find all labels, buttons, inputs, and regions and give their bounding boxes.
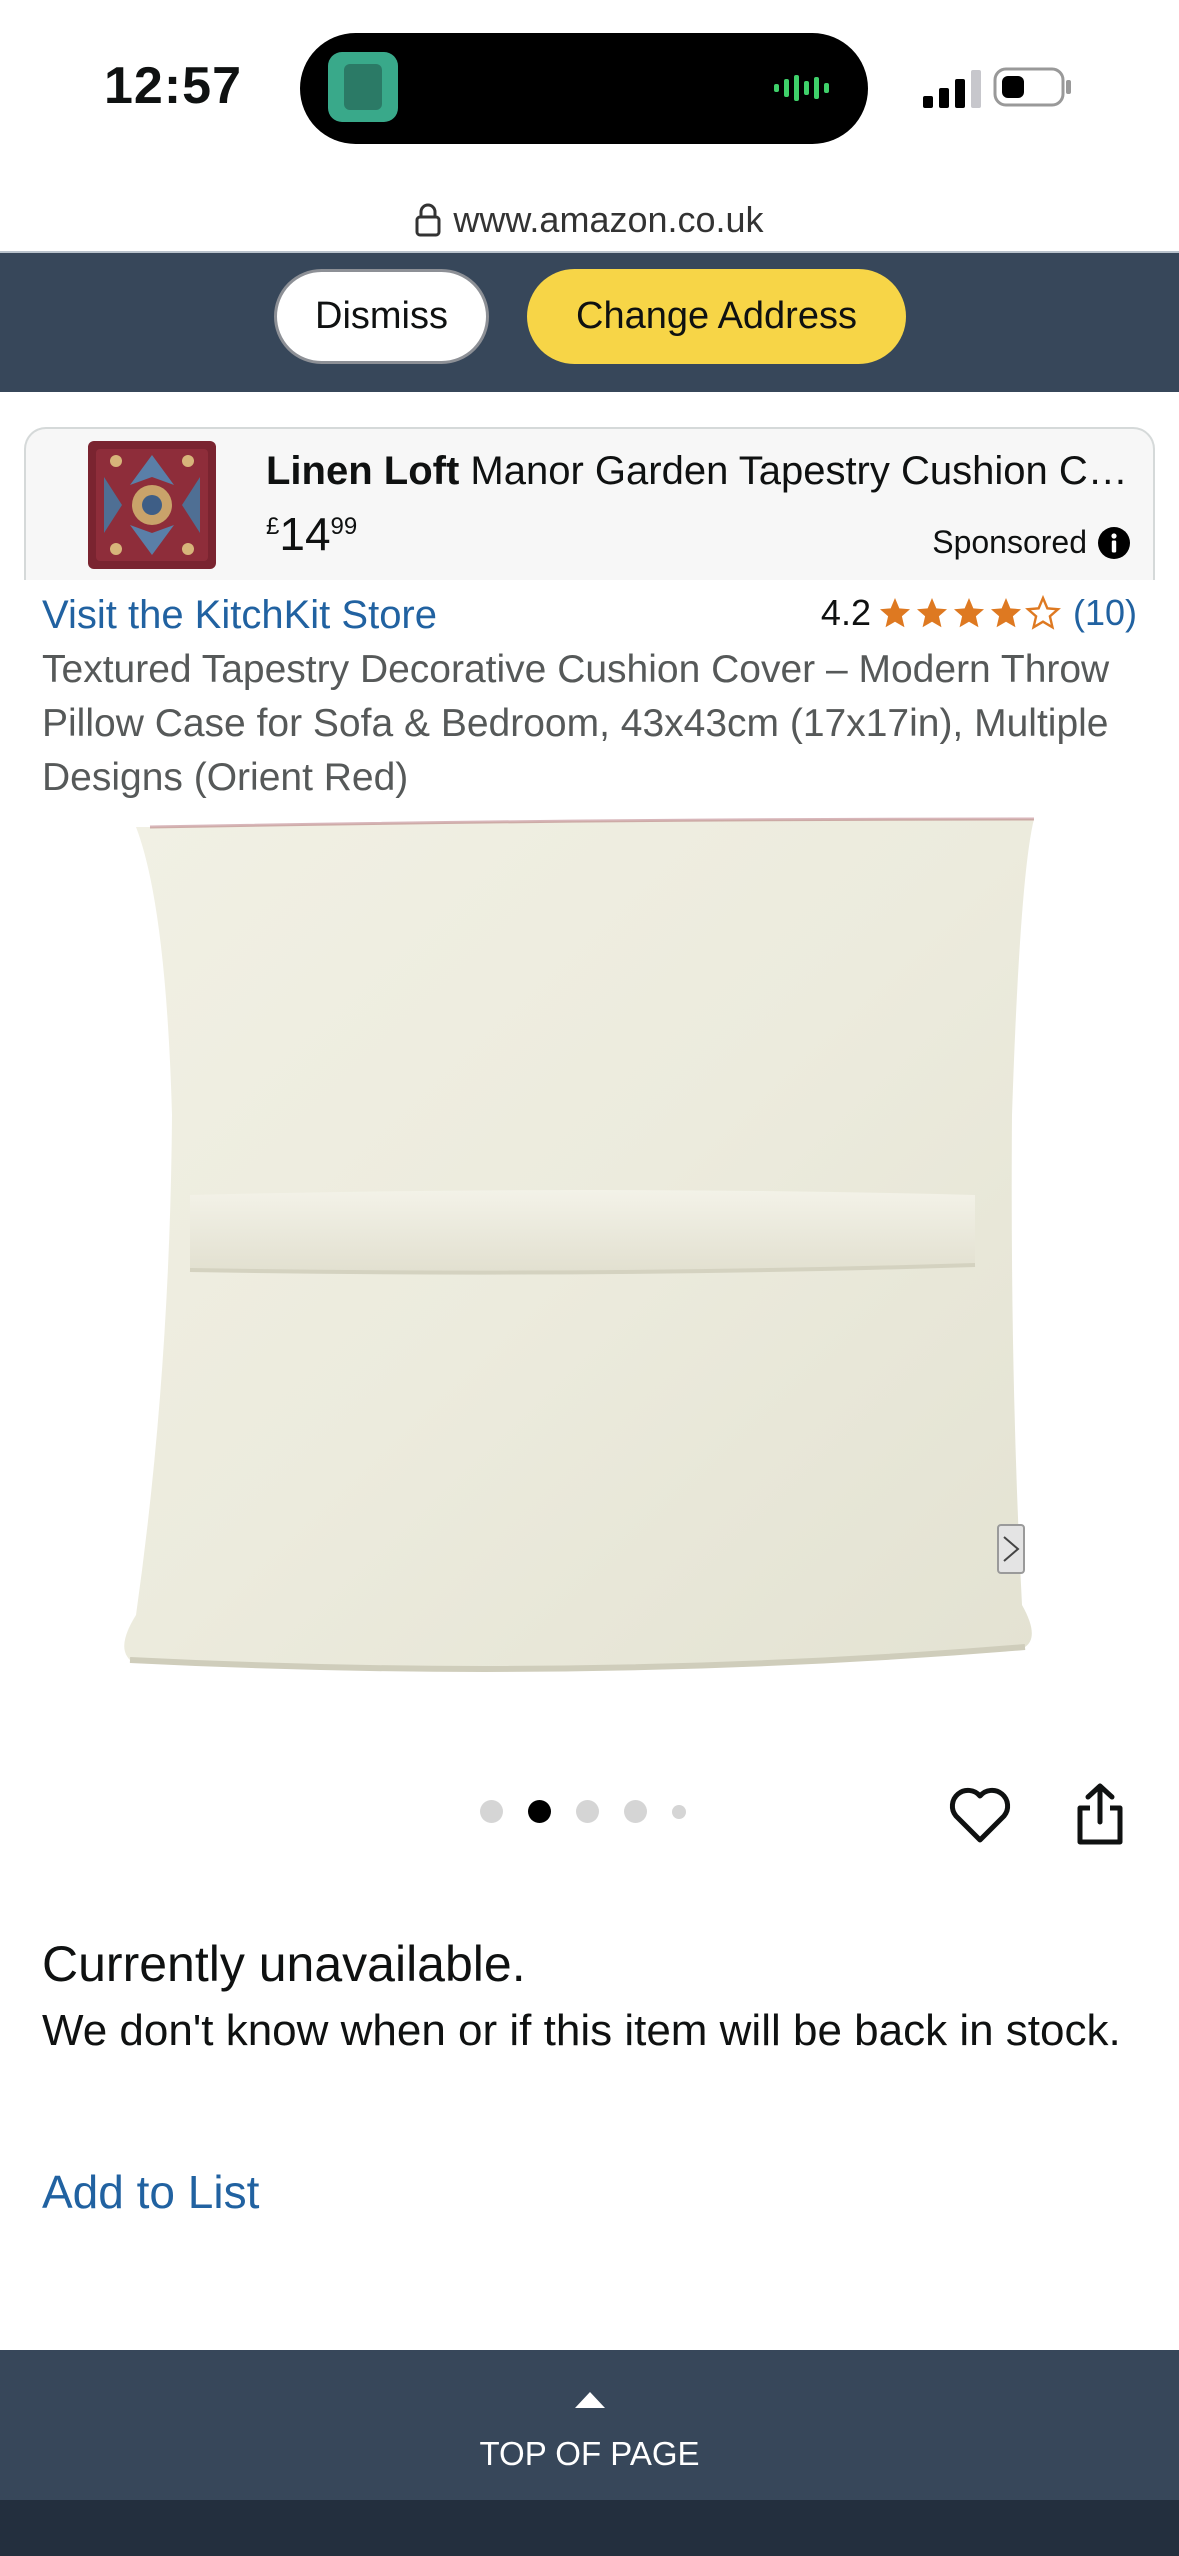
dismiss-button[interactable]: Dismiss — [274, 269, 489, 364]
now-playing-app-icon — [328, 52, 398, 122]
sponsored-title-text: Manor Garden Tapestry Cushion Cover — [470, 449, 1136, 493]
url-text: www.amazon.co.uk — [453, 199, 764, 240]
carousel-dot-active[interactable] — [528, 1800, 551, 1823]
rating-value: 4.2 — [820, 592, 871, 633]
share-icon[interactable] — [1074, 1782, 1126, 1846]
availability-message: We don't know when or if this item will … — [42, 2006, 1121, 2055]
caret-up-icon — [575, 2392, 605, 2408]
image-carousel-dots[interactable] — [480, 1800, 686, 1823]
signal-icon — [923, 70, 981, 108]
sponsored-product-card[interactable]: Linen Loft Manor Garden Tapestry Cushion… — [24, 427, 1155, 580]
star-empty-icon — [1025, 595, 1061, 630]
clock: 12:57 — [104, 57, 242, 115]
sponsored-brand: Linen Loft — [266, 449, 460, 493]
carousel-dot[interactable] — [624, 1800, 647, 1823]
sponsored-price: £ 14 99 — [266, 507, 357, 561]
product-title: Textured Tapestry Decorative Cushion Cov… — [42, 648, 1110, 799]
status-bar: 12:57 www.amazon.co.uk — [0, 0, 1179, 240]
audio-wave-icon — [774, 75, 829, 101]
star-full-icon — [953, 598, 984, 628]
top-of-page-label: TOP OF PAGE — [479, 2435, 700, 2472]
address-bar[interactable]: www.amazon.co.uk — [0, 190, 1179, 250]
sponsored-product-title[interactable]: Linen Loft Manor Garden Tapestry Cushion… — [266, 449, 1136, 494]
carousel-dot[interactable] — [576, 1800, 599, 1823]
star-full-icon — [990, 598, 1021, 628]
visit-store-link[interactable]: Visit the KitchKit Store — [42, 593, 437, 638]
price-currency: £ — [266, 513, 280, 540]
carousel-dot[interactable] — [672, 1804, 686, 1819]
footer — [0, 2500, 1179, 2556]
price-fraction: 99 — [330, 513, 358, 540]
rating-count: (10) — [1072, 592, 1137, 633]
heart-icon[interactable] — [948, 1786, 1012, 1844]
carousel-dot[interactable] — [480, 1800, 503, 1823]
sponsored-label[interactable]: Sponsored — [932, 524, 1131, 561]
rating-summary[interactable]: 4.2 (10) — [821, 592, 1137, 634]
price-whole: 14 — [279, 508, 331, 560]
sponsored-product-thumbnail — [88, 441, 216, 569]
change-address-button[interactable]: Change Address — [527, 269, 906, 364]
availability-status: Currently unavailable. — [42, 1936, 526, 1992]
add-to-list-link[interactable]: Add to List — [42, 2165, 259, 2219]
address-banner: Dismiss Change Address — [0, 251, 1179, 392]
sponsored-label-text: Sponsored — [932, 524, 1087, 560]
battery-icon — [993, 67, 1071, 107]
product-image[interactable] — [110, 815, 1070, 1695]
star-full-icon — [916, 598, 947, 628]
dynamic-island — [300, 33, 868, 144]
star-full-icon — [879, 598, 910, 628]
lock-icon — [415, 203, 441, 237]
info-icon[interactable] — [1097, 526, 1131, 560]
rating-stars — [877, 595, 1061, 631]
back-to-top-button[interactable]: TOP OF PAGE — [0, 2350, 1179, 2500]
